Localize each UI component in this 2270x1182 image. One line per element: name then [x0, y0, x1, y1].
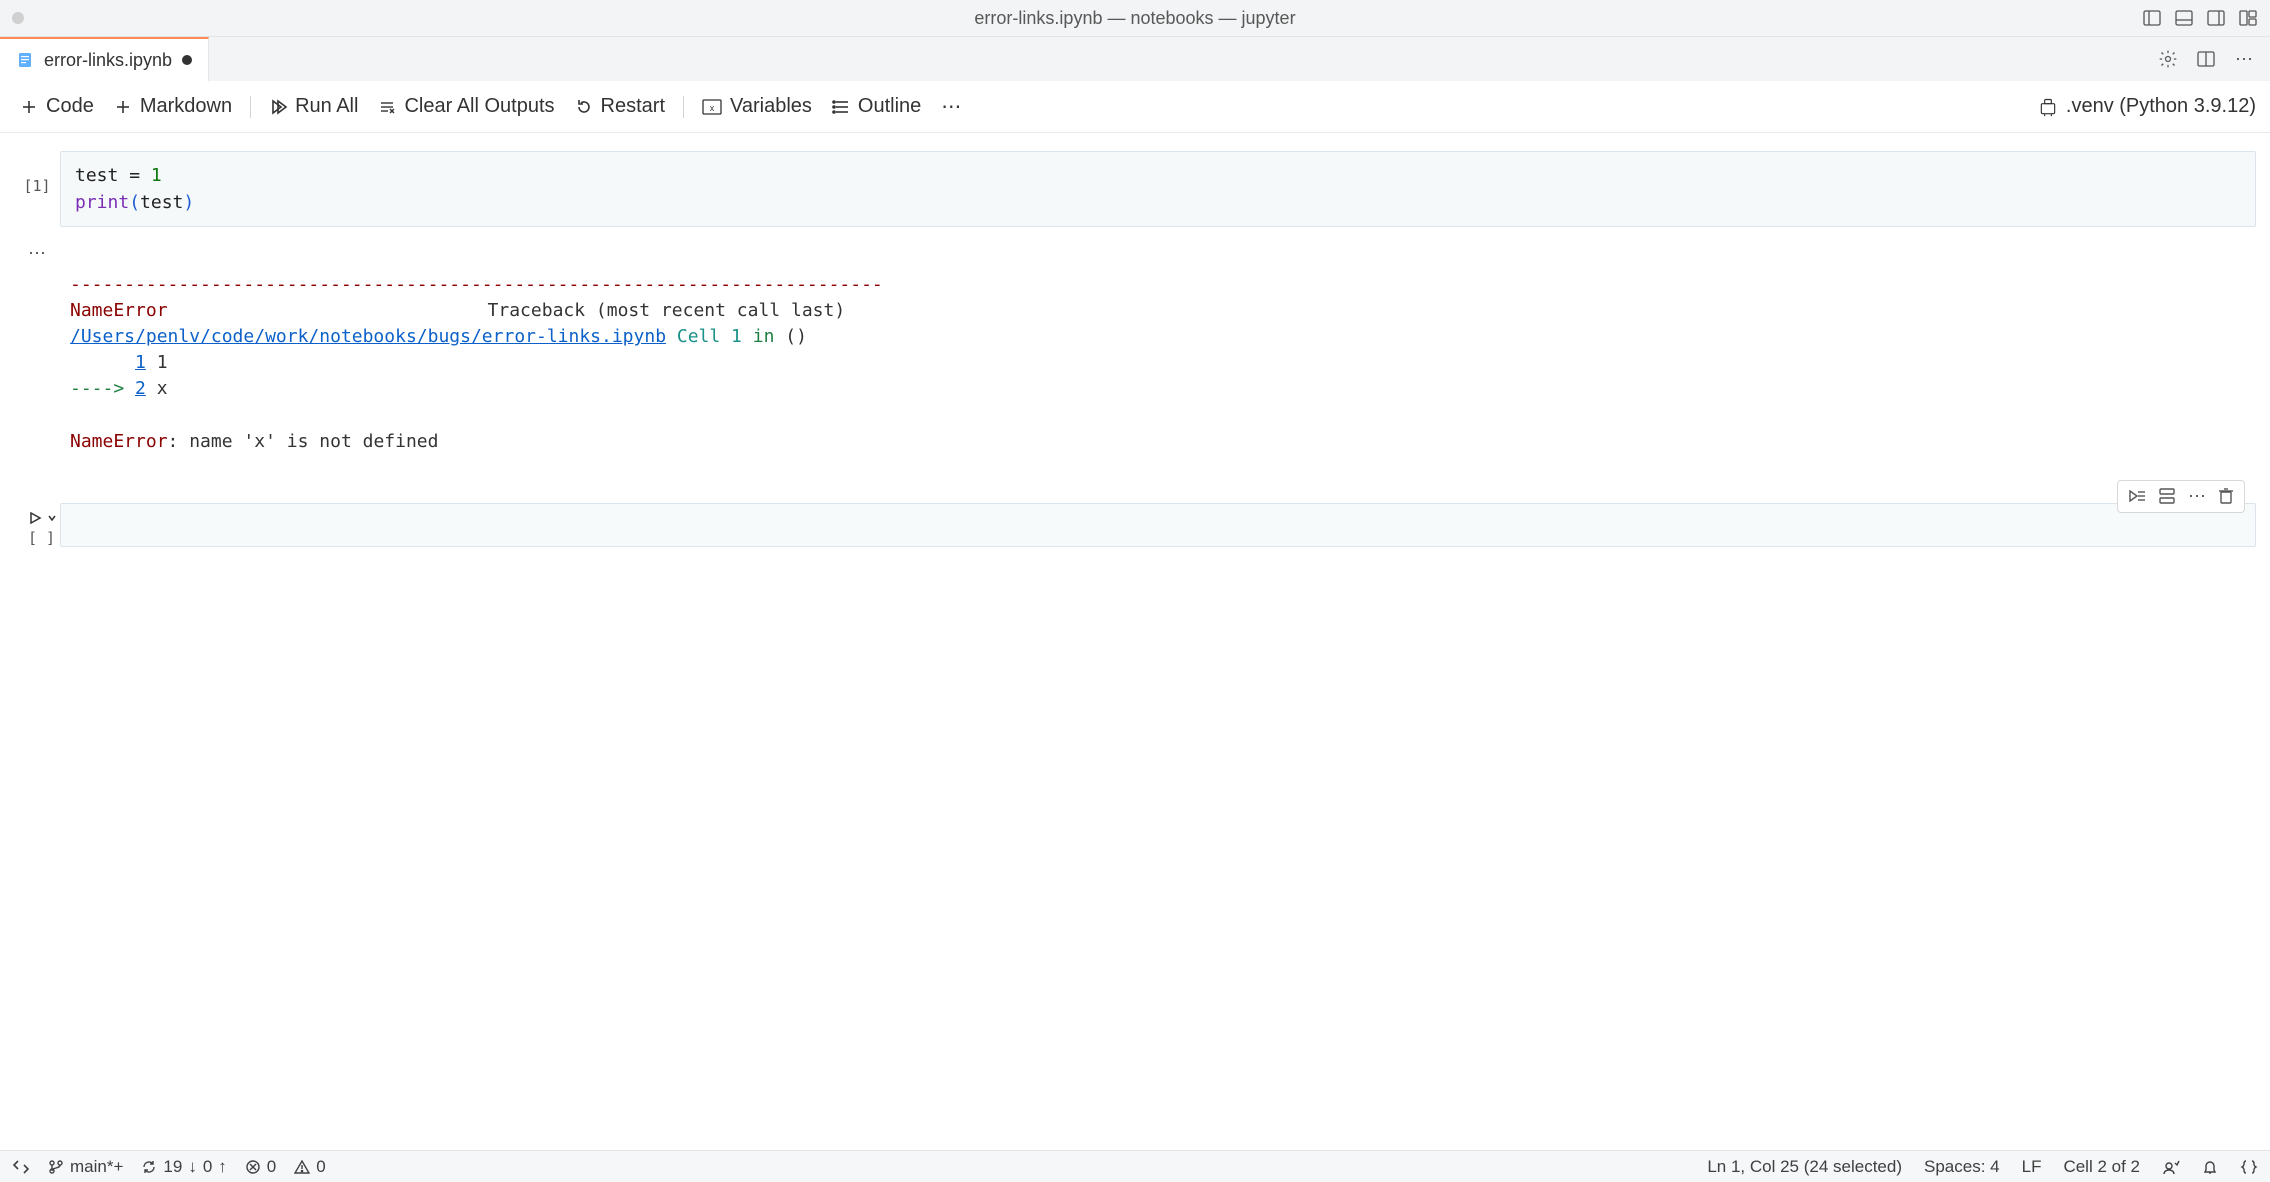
kernel-label: .venv (Python 3.9.12) [2066, 95, 2256, 118]
panel-right-icon[interactable] [2206, 8, 2226, 28]
problems-errors[interactable]: 0 [245, 1157, 276, 1177]
run-cell-button[interactable] [28, 511, 42, 525]
git-sync[interactable]: 19↓ 0↑ [141, 1157, 226, 1177]
tab-error-links[interactable]: error-links.ipynb [0, 37, 209, 81]
status-bar: main*+ 19↓ 0↑ 0 0 Ln 1, Col 25 (24 selec… [0, 1150, 2270, 1182]
close-window-button[interactable] [12, 12, 24, 24]
outline-label: Outline [858, 95, 921, 118]
run-all-button[interactable]: Run All [263, 91, 364, 122]
add-markdown-label: Markdown [140, 95, 232, 118]
variables-button[interactable]: x Variables [696, 91, 818, 122]
kernel-picker[interactable]: .venv (Python 3.9.12) [2038, 95, 2256, 118]
code-editor[interactable]: ⋯ [60, 503, 2256, 547]
gear-icon[interactable] [2158, 49, 2178, 69]
cell-toolbar: ⋯ [2117, 480, 2245, 513]
delete-cell-icon[interactable] [2218, 487, 2234, 505]
svg-text:x: x [710, 103, 715, 113]
traceback-file-link[interactable]: /Users/penlv/code/work/notebooks/bugs/er… [70, 326, 666, 347]
clear-outputs-label: Clear All Outputs [404, 95, 554, 118]
unsaved-indicator-icon [182, 55, 192, 65]
more-actions-icon[interactable]: ⋯ [2234, 49, 2254, 69]
window-controls [12, 12, 24, 24]
cell-1: [1] test = 1 print(test) [14, 151, 2256, 227]
add-code-label: Code [46, 95, 94, 118]
variables-label: Variables [730, 95, 812, 118]
feedback-icon[interactable] [2162, 1158, 2180, 1176]
outline-button[interactable]: Outline [826, 91, 927, 122]
notebook-file-icon [16, 51, 34, 69]
cell-position[interactable]: Cell 2 of 2 [2063, 1157, 2140, 1177]
clear-outputs-button[interactable]: Clear All Outputs [372, 91, 560, 122]
panel-left-icon[interactable] [2142, 8, 2162, 28]
bell-icon[interactable] [2202, 1159, 2218, 1175]
cell-output: ----------------------------------------… [60, 268, 2256, 463]
tab-bar: error-links.ipynb ⋯ [0, 37, 2270, 81]
cell-2: [ ] ⋯ [14, 503, 2256, 547]
add-code-button[interactable]: Code [14, 91, 100, 122]
title-bar: error-links.ipynb — notebooks — jupyter [0, 0, 2270, 37]
run-by-line-button[interactable] [46, 512, 58, 524]
braces-icon[interactable] [2240, 1158, 2258, 1176]
toolbar-more-button[interactable]: ⋯ [935, 90, 967, 123]
restart-label: Restart [601, 95, 665, 118]
indentation[interactable]: Spaces: 4 [1924, 1157, 2000, 1177]
notebook-toolbar: Code Markdown Run All Clear All Outputs … [0, 81, 2270, 133]
customize-layout-icon[interactable] [2238, 8, 2258, 28]
notebook-area: [1] test = 1 print(test) ⋯ -------------… [0, 133, 2270, 1150]
split-cell-icon[interactable] [2158, 487, 2176, 505]
window-title: error-links.ipynb — notebooks — jupyter [0, 8, 2270, 29]
problems-warnings[interactable]: 0 [294, 1157, 325, 1177]
exec-count: [1] [23, 177, 50, 195]
add-markdown-button[interactable]: Markdown [108, 91, 238, 122]
output-collapse-button[interactable]: ⋯ [14, 241, 2256, 268]
restart-button[interactable]: Restart [569, 91, 671, 122]
run-all-label: Run All [295, 95, 358, 118]
remote-indicator[interactable] [12, 1158, 30, 1176]
traceback-line-link[interactable]: 1 [135, 352, 146, 373]
git-branch[interactable]: main*+ [48, 1157, 123, 1177]
tab-label: error-links.ipynb [44, 50, 172, 71]
run-by-line-icon[interactable] [2128, 487, 2146, 505]
cell-more-icon[interactable]: ⋯ [2188, 486, 2206, 507]
exec-count: [ ] [28, 529, 55, 547]
panel-bottom-icon[interactable] [2174, 8, 2194, 28]
traceback-line-link[interactable]: 2 [135, 378, 146, 399]
code-editor[interactable]: test = 1 print(test) [60, 151, 2256, 227]
eol[interactable]: LF [2022, 1157, 2042, 1177]
cursor-position[interactable]: Ln 1, Col 25 (24 selected) [1707, 1157, 1902, 1177]
split-editor-icon[interactable] [2196, 49, 2216, 69]
